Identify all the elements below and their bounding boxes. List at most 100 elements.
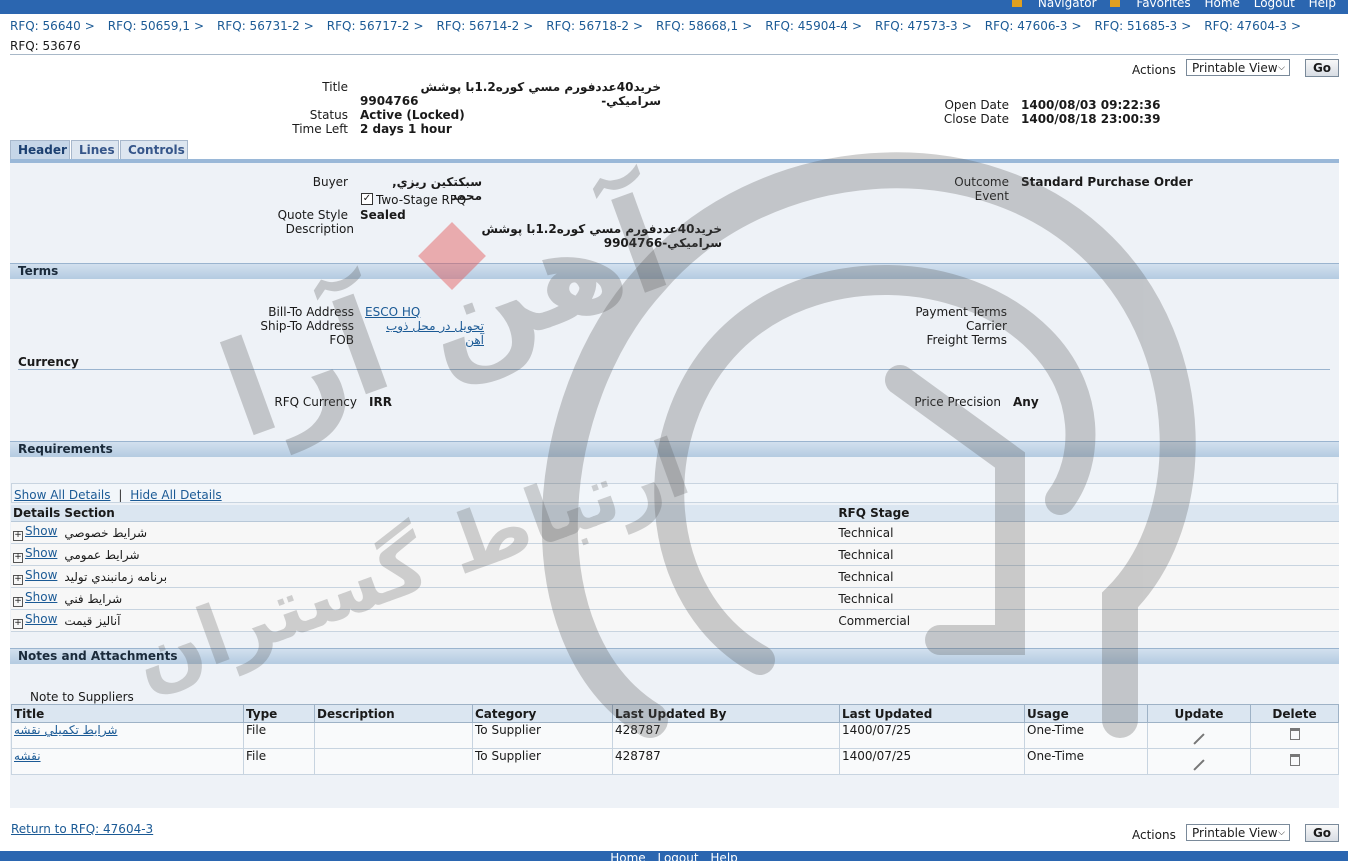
tab-lines[interactable]: Lines [71,140,119,160]
col-section: Section [62,505,837,522]
tab-header[interactable]: Header [10,140,70,160]
title-cell: نقشه [11,748,244,775]
go-button[interactable]: Go [1305,59,1339,77]
breadcrumb-item[interactable]: RFQ: 45904-4 [765,19,848,33]
table-row: + Show آناليز قيمت Commercial [11,609,1339,632]
show-link[interactable]: Show [25,612,57,626]
title-label: Title [322,80,348,94]
col-type: Type [243,704,315,723]
col-category: Category [472,704,613,723]
section-cell: آناليز قيمت [62,609,837,632]
show-link[interactable]: Show [25,524,57,538]
price-precision-label: Price Precision [914,395,1001,409]
breadcrumb-item[interactable]: RFQ: 47606-3 [985,19,1068,33]
type-cell: File [243,748,315,775]
note-to-suppliers-label: Note to Suppliers [30,690,134,704]
breadcrumb-item[interactable]: RFQ: 58668,1 [656,19,738,33]
breadcrumb-separator: > [851,19,862,33]
breadcrumb-item[interactable]: RFQ: 56640 [10,19,81,33]
open-date-label: Open Date [944,98,1009,112]
breadcrumb-separator: > [303,19,314,33]
expand-icon[interactable]: + [13,575,23,585]
table-row: + Show شرايط عمومي Technical [11,543,1339,566]
expand-icon[interactable]: + [13,553,23,563]
actions-select[interactable]: Printable View ⌵ [1186,59,1290,76]
breadcrumb-item[interactable]: RFQ: 47604-3 [1204,19,1287,33]
title-divider [10,54,1338,55]
breadcrumb-item[interactable]: RFQ: 51685-3 [1095,19,1178,33]
tab-controls[interactable]: Controls [120,140,188,160]
breadcrumb-item[interactable]: RFQ: 56731-2 [217,19,300,33]
rfq-currency-value: IRR [369,395,392,409]
global-nav: Navigator Favorites Home Logout Help [1002,0,1336,10]
go-button-bottom[interactable]: Go [1305,824,1339,842]
attachments-table: Title Type Description Category Last Upd… [11,704,1339,775]
hide-all-details-link[interactable]: Hide All Details [130,488,221,502]
buyer-label: Buyer [312,175,348,189]
breadcrumb-item[interactable]: RFQ: 50659,1 [108,19,190,33]
footer-logout-link[interactable]: Logout [657,851,698,865]
section-cell: شرايط خصوصي [62,521,837,544]
terms-heading: Terms [10,263,1339,279]
details-cell: + Show [11,565,63,588]
status-value: Active (Locked) [360,108,465,122]
home-link[interactable]: Home [1204,0,1239,10]
breadcrumb-item[interactable]: RFQ: 47573-3 [875,19,958,33]
pencil-icon[interactable] [1193,732,1205,745]
description-value: خريد40عددفورم مسي كوره1.2با پوشش سراميكي… [481,222,722,250]
show-all-details-link[interactable]: Show All Details [14,488,111,502]
expand-icon[interactable]: + [13,619,23,629]
help-link[interactable]: Help [1309,0,1336,10]
delete-cell [1250,748,1339,775]
currency-divider [18,369,1330,370]
global-header-bar: Navigator Favorites Home Logout Help [0,0,1348,14]
col-last-updated-by: Last Updated By [612,704,840,723]
return-link[interactable]: Return to RFQ: 47604-3 [11,822,153,836]
footer-help-link[interactable]: Help [710,851,737,865]
attachment-title-link[interactable]: نقشه [14,749,41,763]
status-label: Status [309,108,348,122]
usage-cell: One-Time [1024,748,1148,775]
ship-to-link[interactable]: تحويل در محل ذوب آهن [365,319,484,347]
updated-cell: 1400/07/25 [839,748,1025,775]
expand-icon[interactable]: + [13,531,23,541]
breadcrumb-separator: > [84,19,95,33]
favorites-menu[interactable]: Favorites [1136,0,1190,10]
table-row: شرايط تكميلي نقشه File To Supplier 428787 14… [11,722,1339,749]
quote-style-label: Quote Style [277,208,348,222]
breadcrumb-separator: > [1290,19,1301,33]
col-details: Details [11,505,63,522]
footer-home-link[interactable]: Home [610,851,645,865]
bill-to-link[interactable]: ESCO HQ [365,305,420,319]
trash-icon[interactable] [1289,754,1300,766]
show-link[interactable]: Show [25,590,57,604]
actions-selected-value: Printable View [1192,61,1278,75]
expand-icon[interactable]: + [13,597,23,607]
breadcrumb-separator: > [1071,19,1082,33]
footer-bar: Home Logout Help [0,851,1348,865]
freight-terms-label: Freight Terms [926,333,1008,347]
type-cell: File [243,722,315,749]
navigator-menu[interactable]: Navigator [1038,0,1097,10]
logout-link[interactable]: Logout [1254,0,1295,10]
breadcrumb-separator: > [961,19,972,33]
description-label: Description [285,222,354,236]
trash-icon[interactable] [1289,728,1300,740]
breadcrumb-item[interactable]: RFQ: 56717-2 [327,19,410,33]
updated-by-cell: 428787 [612,748,840,775]
show-link[interactable]: Show [25,568,57,582]
notes-heading: Notes and Attachments [10,648,1339,664]
col-description: Description [314,704,473,723]
breadcrumb-item[interactable]: RFQ: 56718-2 [546,19,629,33]
usage-cell: One-Time [1024,722,1148,749]
show-link[interactable]: Show [25,546,57,560]
category-cell: To Supplier [472,748,613,775]
two-stage-checkbox[interactable]: ✓ [361,193,373,205]
actions-select-bottom[interactable]: Printable View ⌵ [1186,824,1290,841]
pencil-icon[interactable] [1193,758,1205,771]
breadcrumb-separator: > [523,19,534,33]
breadcrumb-separator: > [742,19,753,33]
breadcrumb-item[interactable]: RFQ: 56714-2 [437,19,520,33]
section-cell: برنامه زمانبندي توليد [62,565,837,588]
attachment-title-link[interactable]: شرايط تكميلي نقشه [14,723,117,737]
